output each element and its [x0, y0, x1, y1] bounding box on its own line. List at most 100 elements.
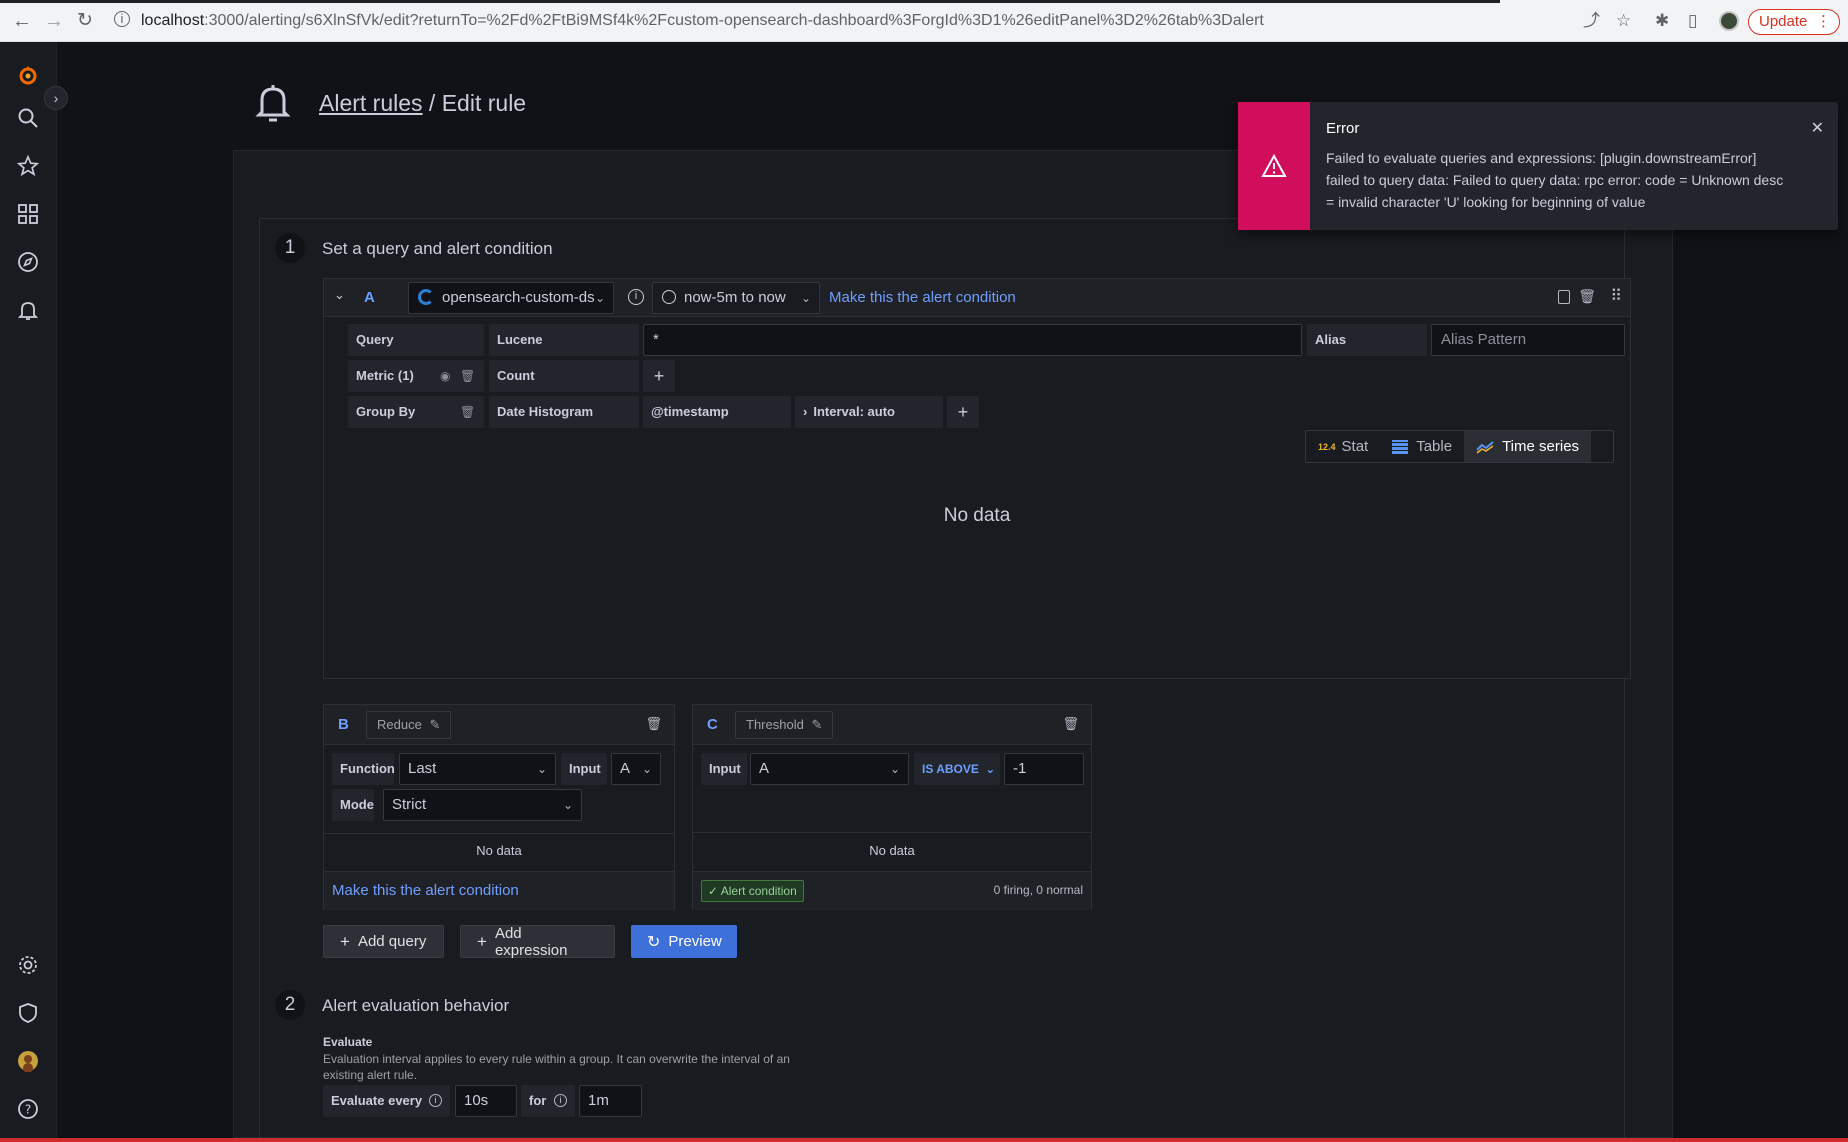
bookmark-star-icon[interactable]: ☆	[1616, 10, 1631, 32]
expression-footer: ✓ Alert condition 0 firing, 0 normal	[693, 871, 1091, 910]
input-select[interactable]: A ⌄	[750, 753, 909, 785]
back-icon[interactable]: ←	[12, 10, 32, 32]
site-info-icon[interactable]: i	[114, 11, 130, 27]
viz-timeseries-button[interactable]: Time series	[1464, 431, 1592, 462]
datasource-picker[interactable]: opensearch-custom-ds ⌄	[408, 282, 614, 314]
stat-icon: 12.4	[1318, 441, 1336, 452]
info-icon[interactable]: i	[554, 1094, 567, 1107]
metric-type-select[interactable]: Count	[489, 360, 639, 392]
starred-icon[interactable]	[14, 152, 42, 180]
bell-icon	[255, 85, 291, 122]
input-label: Input	[561, 753, 607, 785]
query-label: Query	[348, 324, 484, 356]
add-expression-label: Add expression	[494, 924, 568, 959]
input-select[interactable]: A ⌄	[611, 753, 661, 785]
chevron-down-icon: ⌄	[594, 291, 605, 305]
add-groupby-button[interactable]: +	[947, 396, 979, 428]
expression-no-data: No data	[869, 843, 915, 858]
viz-table-button[interactable]: Table	[1380, 431, 1464, 462]
expression-no-data: No data	[476, 843, 522, 858]
evaluate-every-text: Evaluate every	[331, 1093, 423, 1108]
metric-row-label: Metric (1) ◉ 🗑	[348, 360, 484, 392]
query-type-lucene[interactable]: Lucene	[489, 324, 639, 356]
mode-select[interactable]: Strict ⌄	[383, 789, 582, 821]
alerting-bell-icon[interactable]	[14, 296, 42, 324]
trash-icon[interactable]: 🗑	[1062, 716, 1079, 732]
url-path: :3000/alerting/s6XlnSfVk/edit?returnTo=%…	[204, 12, 1264, 29]
for-input[interactable]: 1m	[579, 1085, 642, 1117]
alert-rules-link[interactable]: Alert rules	[319, 90, 423, 116]
alert-condition-label: Alert condition	[720, 884, 797, 898]
settings-gear-icon[interactable]	[14, 951, 42, 979]
preview-button[interactable]: ↻ Preview	[631, 925, 737, 958]
time-range-picker[interactable]: now-5m to now ⌄	[652, 282, 820, 314]
chevron-down-icon: ⌄	[562, 798, 573, 812]
side-panel-icon[interactable]: ▯	[1688, 10, 1697, 32]
info-icon[interactable]: i	[628, 289, 644, 305]
query-no-data: No data	[943, 505, 1011, 526]
add-query-button[interactable]: + Add query	[323, 925, 444, 958]
timeseries-icon	[1476, 440, 1494, 454]
user-avatar[interactable]	[14, 1047, 42, 1075]
function-select[interactable]: Last ⌄	[399, 753, 556, 785]
interval-settings[interactable]: › Interval: auto	[795, 396, 943, 428]
for-text: for	[529, 1093, 547, 1108]
groupby-type-select[interactable]: Date Histogram	[489, 396, 639, 428]
function-value: Last	[408, 760, 437, 777]
sidebar-expand-button[interactable]: ›	[44, 86, 68, 110]
step-title-2: Alert evaluation behavior	[322, 996, 510, 1015]
collapse-chevron-icon[interactable]: ⌄	[334, 287, 345, 303]
plus-icon: +	[340, 931, 350, 951]
update-button[interactable]: Update ⋮	[1748, 9, 1840, 35]
threshold-value-input[interactable]: -1	[1004, 753, 1084, 785]
expression-type-label: Threshold	[746, 717, 804, 732]
profile-avatar[interactable]	[1719, 11, 1739, 31]
operator-value: IS ABOVE	[922, 762, 979, 776]
reload-icon[interactable]: ↻	[77, 10, 93, 32]
table-icon	[1392, 439, 1409, 454]
error-toast: Error Failed to evaluate queries and exp…	[1238, 102, 1838, 230]
share-icon[interactable]: ⤴	[1583, 10, 1600, 32]
duplicate-icon[interactable]	[1558, 290, 1570, 304]
close-icon[interactable]: ✕	[1811, 118, 1824, 138]
info-icon[interactable]: i	[429, 1094, 442, 1107]
alias-input[interactable]: Alias Pattern	[1431, 324, 1625, 356]
help-icon[interactable]: ?	[14, 1095, 42, 1123]
chevron-down-icon: ⌄	[641, 762, 652, 776]
sidebar: ?	[0, 42, 57, 1138]
svg-text:?: ?	[25, 1103, 31, 1117]
explore-icon[interactable]	[14, 248, 42, 276]
trash-icon[interactable]: 🗑	[460, 360, 475, 392]
chevron-right-icon: ›	[53, 90, 59, 106]
expression-header: B Reduce ✎ 🗑	[324, 705, 674, 745]
function-label: Function	[332, 753, 395, 785]
search-icon[interactable]	[14, 104, 42, 132]
add-expression-button[interactable]: + Add expression	[460, 924, 615, 959]
trash-icon[interactable]: 🗑	[1578, 288, 1596, 305]
make-alert-condition-link-a[interactable]: Make this the alert condition	[829, 289, 1016, 306]
condition-status: 0 firing, 0 normal	[993, 883, 1083, 897]
viz-stat-button[interactable]: 12.4 Stat	[1306, 431, 1380, 462]
for-label: for i	[521, 1085, 575, 1117]
forward-icon[interactable]: →	[44, 10, 64, 32]
groupby-field-select[interactable]: @timestamp	[643, 396, 791, 428]
make-alert-condition-link-b[interactable]: Make this the alert condition	[332, 882, 519, 899]
evaluate-every-input[interactable]: 10s	[455, 1085, 517, 1117]
expression-type[interactable]: Reduce ✎	[366, 711, 452, 739]
grafana-logo-icon[interactable]	[14, 62, 42, 90]
dashboards-icon[interactable]	[14, 200, 42, 228]
add-metric-button[interactable]: +	[643, 360, 675, 392]
threshold-operator-select[interactable]: IS ABOVE ⌄	[914, 753, 1000, 785]
trash-icon[interactable]: 🗑	[645, 716, 662, 732]
extensions-icon[interactable]: ✱	[1655, 10, 1669, 32]
query-input[interactable]: *	[643, 324, 1302, 356]
address-bar[interactable]: localhost:3000/alerting/s6XlnSfVk/edit?r…	[141, 10, 1264, 32]
pencil-icon: ✎	[429, 717, 441, 732]
trash-icon[interactable]: 🗑	[460, 396, 475, 428]
browser-toolbar: ← → ↻ i localhost:3000/alerting/s6XlnSfV…	[0, 0, 1848, 42]
drag-handle-icon[interactable]: ⠿	[1610, 286, 1622, 306]
expression-type[interactable]: Threshold ✎	[735, 711, 834, 739]
eye-icon[interactable]: ◉	[440, 360, 450, 392]
admin-shield-icon[interactable]	[14, 999, 42, 1027]
alias-label: Alias	[1307, 324, 1427, 356]
